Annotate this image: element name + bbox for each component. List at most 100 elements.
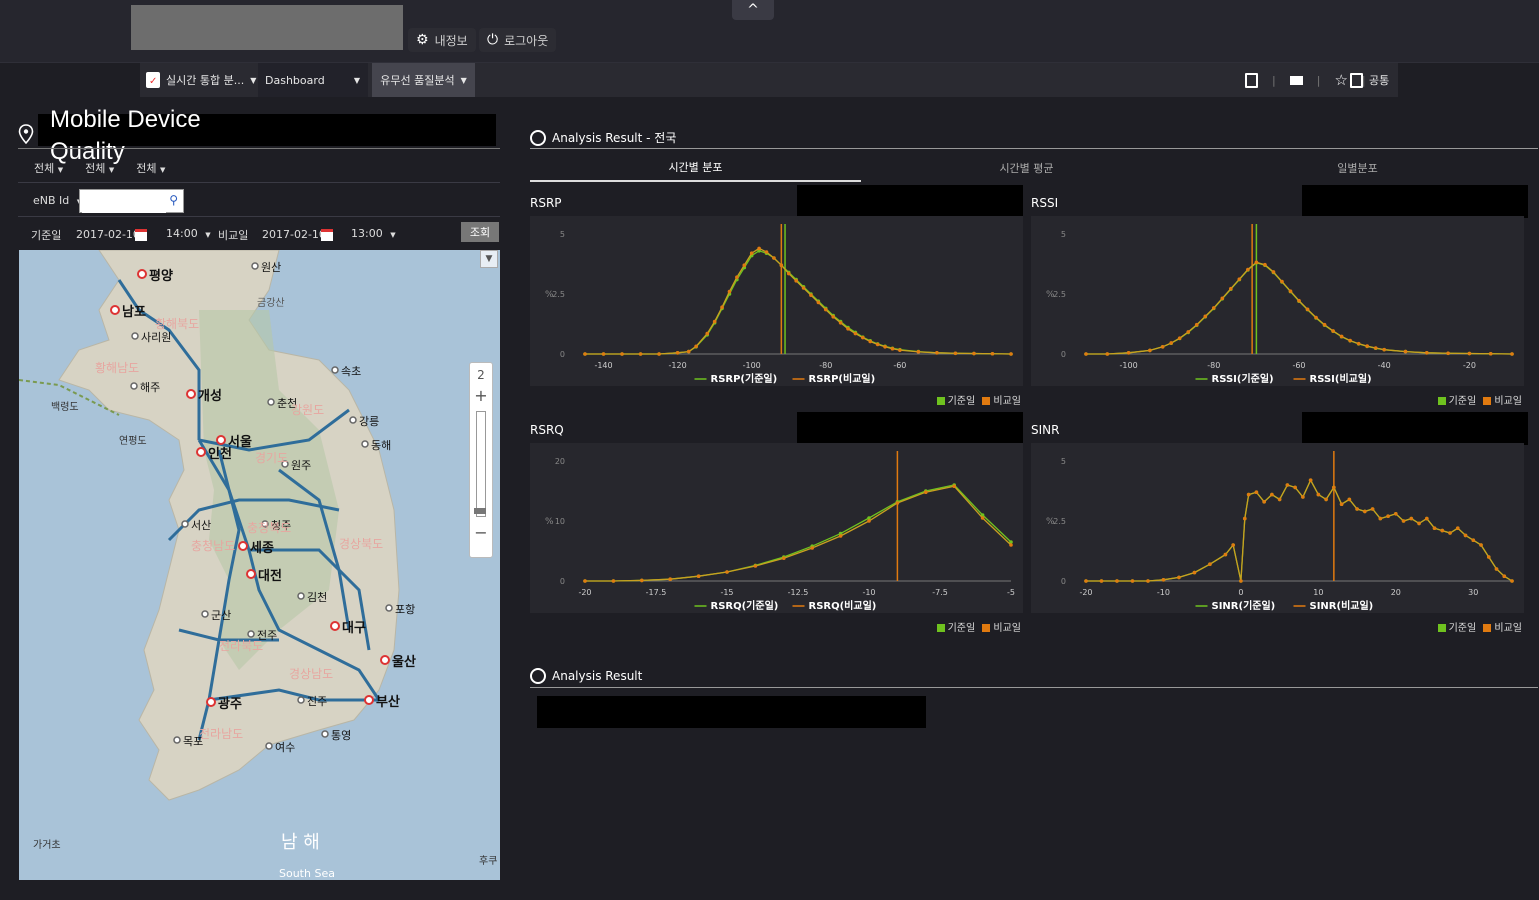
compare-series-point	[1455, 526, 1460, 530]
region-label: 황해북도	[155, 317, 199, 331]
menu-analysis[interactable]: 유무선 품질분석 ▼	[372, 63, 475, 97]
x-tick-label: -120	[669, 361, 687, 370]
city-label: 평양	[149, 268, 173, 284]
compare-series-point	[794, 279, 798, 283]
compare-series-point	[875, 342, 880, 347]
y-axis-label: %	[545, 517, 554, 527]
x-tick-label: -60	[1292, 361, 1305, 370]
compare-series-point	[1246, 492, 1251, 497]
base-date-label: 기준일	[31, 229, 62, 242]
compass-icon	[530, 129, 546, 146]
compare-series-point	[1425, 351, 1429, 355]
tab-daily-distribution[interactable]: 일별분포	[1192, 154, 1523, 182]
series-legend-label[interactable]: RSRQ(기준일)	[711, 599, 779, 612]
zoom-slider-track[interactable]	[474, 411, 486, 517]
compare-series-point	[1510, 579, 1514, 583]
tab-hourly-average[interactable]: 시간별 평균	[861, 154, 1192, 182]
query-button[interactable]: 조회	[461, 222, 499, 242]
enb-id-input[interactable]	[82, 191, 166, 213]
compare-series-point	[727, 289, 732, 294]
compare-series-point	[1347, 497, 1352, 502]
menu-realtime[interactable]: ✓ 실시간 통합 분... ▼	[146, 63, 256, 97]
compare-series-point	[757, 246, 761, 251]
collapse-header-button[interactable]: ^	[732, 0, 774, 20]
compare-series-point	[895, 501, 900, 505]
compare-series-point	[1339, 502, 1344, 506]
zoom-in-button[interactable]: +	[470, 386, 492, 405]
sea-label: 남 해	[281, 832, 320, 853]
menu-dashboard-select[interactable]: Dashboard ▼	[258, 63, 368, 97]
location-pin-icon	[18, 124, 34, 148]
x-tick-label: -80	[1207, 361, 1220, 370]
city-label: 개성	[198, 389, 222, 404]
calendar-icon[interactable]	[321, 229, 333, 241]
enb-id-search-box[interactable]: ⚲	[79, 189, 184, 213]
compare-series-point	[867, 519, 871, 523]
filter-select-3[interactable]: 전체 ▼	[136, 160, 165, 176]
compare-series-point	[657, 352, 661, 356]
chart-panel-0: RSRP 0 2.5 5% -140 -120 -100 -80 -60 RSRP(기준일) RSR…	[530, 185, 1023, 420]
base-date-value[interactable]: 2017-02-10	[76, 228, 140, 241]
base-time-select[interactable]: 14:00 ▼	[166, 227, 211, 240]
city-label: 통영	[331, 729, 351, 742]
region-label: 경상북도	[339, 537, 383, 551]
legend-compare-label: 비교일	[1494, 623, 1522, 634]
window-icon[interactable]	[1289, 75, 1303, 85]
x-tick-label: 20	[1391, 588, 1401, 597]
series-legend-label[interactable]: SINR(비교일)	[1310, 599, 1374, 612]
series-legend-label[interactable]: RSRP(기준일)	[711, 372, 778, 385]
series-legend-label[interactable]: RSSI(비교일)	[1310, 372, 1372, 385]
y-axis-label: %	[1046, 290, 1055, 300]
map-layer-toggle[interactable]: ▼	[480, 250, 498, 268]
y-tick-label: 0	[560, 350, 565, 359]
enb-id-select[interactable]: eNB Id ▼	[33, 194, 82, 207]
chart-color-legend: 기준일 비교일	[1437, 392, 1522, 407]
x-tick-label: -10	[862, 588, 875, 597]
series-legend-label[interactable]: RSRQ(비교일)	[809, 599, 877, 612]
zoom-control: 2 + −	[469, 362, 493, 558]
legend-compare-label: 비교일	[993, 396, 1021, 407]
series-legend-label[interactable]: RSSI(기준일)	[1212, 372, 1274, 385]
logout-button[interactable]: ⏻ 로그아웃	[479, 28, 557, 52]
compare-time-select[interactable]: 13:00 ▼	[351, 227, 396, 240]
menu-common[interactable]: 공통	[1350, 63, 1389, 97]
compare-series-point	[620, 352, 624, 356]
y-tick-label: 20	[555, 457, 565, 466]
y-axis-label: %	[1046, 517, 1055, 527]
compare-date-value[interactable]: 2017-02-10	[262, 228, 326, 241]
compare-series-point	[1394, 512, 1398, 516]
bottom-analysis-header: Analysis Result	[530, 668, 642, 684]
y-tick-label: 0	[1061, 350, 1066, 359]
my-info-button[interactable]: ⚙ 내정보	[408, 28, 476, 52]
city-label: 울산	[392, 654, 416, 670]
compare-series-point	[1471, 538, 1476, 542]
zoom-out-button[interactable]: −	[470, 523, 492, 542]
map-view[interactable]: 평양 남포 사리원 원산 금강산 개성 해주 춘천 속초 강릉 서울 인천 원주…	[19, 250, 500, 880]
tab-hourly-distribution[interactable]: 시간별 분포	[530, 154, 861, 182]
compare-series-point	[753, 564, 758, 568]
filter-select-1[interactable]: 전체 ▼	[34, 160, 63, 176]
analysis-header: Analysis Result - 전국	[530, 129, 676, 146]
calendar-icon[interactable]	[135, 229, 147, 241]
region-label: 충청남도	[191, 539, 235, 553]
series-legend-label[interactable]: SINR(기준일)	[1212, 599, 1276, 612]
compare-series-point	[838, 321, 843, 325]
star-icon[interactable]: ☆	[1334, 71, 1347, 89]
series-legend-label[interactable]: RSRP(비교일)	[809, 372, 876, 385]
filter-select-2[interactable]: 전체 ▼	[85, 160, 114, 176]
copy-icon[interactable]	[1245, 72, 1258, 88]
my-info-label: 내정보	[434, 33, 468, 48]
legend-swatch	[982, 624, 991, 632]
city-label: 해주	[140, 380, 160, 394]
compare-time-value: 13:00	[351, 227, 383, 240]
x-tick-label: 0	[1238, 588, 1243, 597]
compare-series-point	[1425, 516, 1429, 521]
search-icon[interactable]: ⚲	[169, 193, 178, 207]
zoom-slider-handle[interactable]	[474, 508, 486, 514]
compare-series-point	[735, 275, 739, 279]
compass-icon	[530, 668, 546, 684]
compare-series-point	[1105, 352, 1110, 356]
compare-series-point	[1220, 296, 1225, 301]
chart-redaction	[797, 412, 1023, 445]
bottom-analysis-title: Analysis Result	[552, 669, 643, 683]
